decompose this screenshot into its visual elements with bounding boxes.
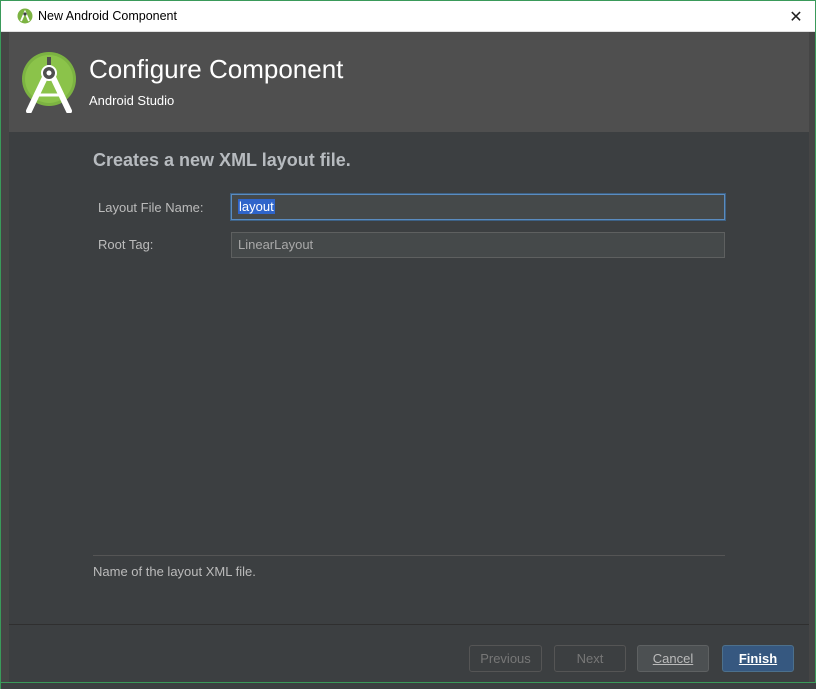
hint-divider (93, 555, 725, 556)
root-tag-input[interactable]: LinearLayout (231, 232, 725, 258)
cancel-button[interactable]: Cancel (637, 645, 709, 672)
dialog-window: New Android Component ✕ Configure Compon… (0, 0, 816, 689)
layout-file-name-input[interactable]: layout (231, 194, 725, 220)
header-title: Configure Component (89, 54, 344, 84)
wizard-content: Creates a new XML layout file. Layout Fi… (9, 132, 809, 624)
section-title: Creates a new XML layout file. (93, 150, 351, 170)
layout-file-name-label: Layout File Name: (98, 200, 204, 215)
android-studio-logo-icon (22, 52, 76, 113)
close-button[interactable]: ✕ (783, 4, 809, 28)
finish-button-label: Finish (738, 651, 778, 666)
previous-button-label: Previous (480, 651, 531, 666)
previous-button[interactable]: Previous (469, 645, 542, 672)
root-tag-value: LinearLayout (238, 237, 314, 252)
window-frame-bottom (1, 682, 816, 689)
close-icon: ✕ (789, 6, 803, 26)
window-title: New Android Component (38, 9, 177, 23)
wizard-footer: Previous Next Cancel Finish (9, 624, 809, 682)
layout-file-name-value: layout (238, 199, 275, 214)
title-bar[interactable]: New Android Component ✕ (1, 1, 815, 32)
header-subtitle: Android Studio (89, 93, 175, 108)
window-frame-left (1, 32, 9, 689)
field-hint: Name of the layout XML file. (93, 564, 256, 579)
root-tag-label: Root Tag: (98, 237, 154, 252)
android-studio-icon (17, 8, 33, 24)
wizard-header: Configure Component Android Studio (9, 32, 809, 132)
next-button[interactable]: Next (554, 645, 626, 672)
next-button-label: Next (576, 651, 604, 666)
cancel-button-label: Cancel (652, 651, 694, 666)
finish-button[interactable]: Finish (722, 645, 794, 672)
